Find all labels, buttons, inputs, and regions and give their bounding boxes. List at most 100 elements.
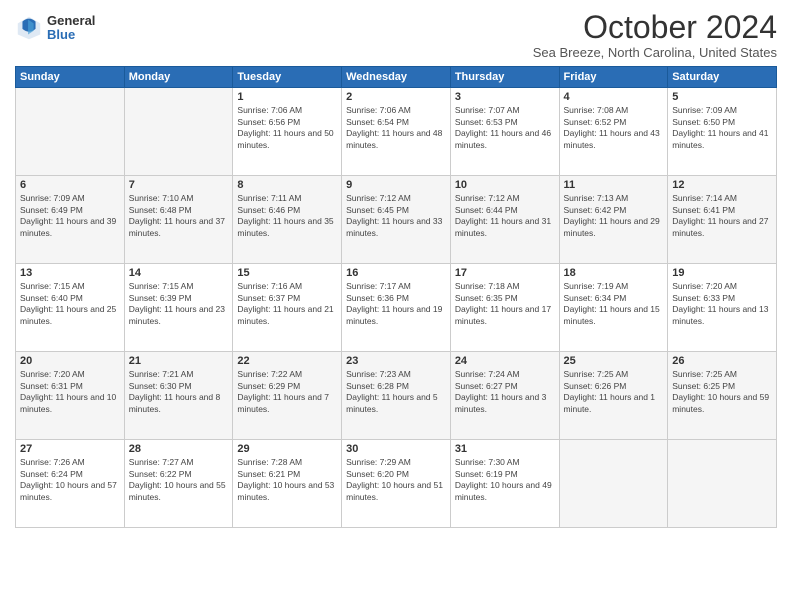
sunrise-text: Sunrise: 7:28 AM — [237, 457, 337, 468]
daylight-text: Daylight: 11 hours and 27 minutes. — [672, 216, 772, 239]
calendar-day: 2 Sunrise: 7:06 AM Sunset: 6:54 PM Dayli… — [342, 88, 451, 176]
sunset-text: Sunset: 6:34 PM — [564, 293, 664, 304]
calendar-day: 16 Sunrise: 7:17 AM Sunset: 6:36 PM Dayl… — [342, 264, 451, 352]
daylight-text: Daylight: 11 hours and 37 minutes. — [129, 216, 229, 239]
day-number: 28 — [129, 443, 229, 455]
col-friday: Friday — [559, 67, 668, 88]
day-number: 16 — [346, 267, 446, 279]
calendar-day: 12 Sunrise: 7:14 AM Sunset: 6:41 PM Dayl… — [668, 176, 777, 264]
daylight-text: Daylight: 11 hours and 31 minutes. — [455, 216, 555, 239]
daylight-text: Daylight: 10 hours and 57 minutes. — [20, 480, 120, 503]
day-number: 4 — [564, 91, 664, 103]
sunset-text: Sunset: 6:24 PM — [20, 469, 120, 480]
calendar-day: 13 Sunrise: 7:15 AM Sunset: 6:40 PM Dayl… — [16, 264, 125, 352]
sunset-text: Sunset: 6:33 PM — [672, 293, 772, 304]
col-tuesday: Tuesday — [233, 67, 342, 88]
sunset-text: Sunset: 6:21 PM — [237, 469, 337, 480]
sunrise-text: Sunrise: 7:23 AM — [346, 369, 446, 380]
calendar-week-5: 27 Sunrise: 7:26 AM Sunset: 6:24 PM Dayl… — [16, 440, 777, 528]
day-number: 19 — [672, 267, 772, 279]
sunrise-text: Sunrise: 7:18 AM — [455, 281, 555, 292]
day-info: Sunrise: 7:17 AM Sunset: 6:36 PM Dayligh… — [346, 281, 446, 327]
sunrise-text: Sunrise: 7:30 AM — [455, 457, 555, 468]
calendar-day: 31 Sunrise: 7:30 AM Sunset: 6:19 PM Dayl… — [450, 440, 559, 528]
daylight-text: Daylight: 11 hours and 13 minutes. — [672, 304, 772, 327]
logo-icon — [15, 14, 43, 42]
sunrise-text: Sunrise: 7:11 AM — [237, 193, 337, 204]
sunrise-text: Sunrise: 7:09 AM — [20, 193, 120, 204]
sunrise-text: Sunrise: 7:20 AM — [672, 281, 772, 292]
calendar-day: 6 Sunrise: 7:09 AM Sunset: 6:49 PM Dayli… — [16, 176, 125, 264]
daylight-text: Daylight: 11 hours and 48 minutes. — [346, 128, 446, 151]
calendar-week-1: 1 Sunrise: 7:06 AM Sunset: 6:56 PM Dayli… — [16, 88, 777, 176]
day-number: 8 — [237, 179, 337, 191]
daylight-text: Daylight: 11 hours and 35 minutes. — [237, 216, 337, 239]
daylight-text: Daylight: 11 hours and 21 minutes. — [237, 304, 337, 327]
day-info: Sunrise: 7:16 AM Sunset: 6:37 PM Dayligh… — [237, 281, 337, 327]
sunrise-text: Sunrise: 7:26 AM — [20, 457, 120, 468]
sunrise-text: Sunrise: 7:29 AM — [346, 457, 446, 468]
sunset-text: Sunset: 6:56 PM — [237, 117, 337, 128]
logo: General Blue — [15, 14, 95, 43]
calendar-day: 8 Sunrise: 7:11 AM Sunset: 6:46 PM Dayli… — [233, 176, 342, 264]
day-info: Sunrise: 7:09 AM Sunset: 6:50 PM Dayligh… — [672, 105, 772, 151]
day-number: 27 — [20, 443, 120, 455]
calendar-day — [124, 88, 233, 176]
logo-blue-text: Blue — [47, 28, 95, 42]
title-block: October 2024 Sea Breeze, North Carolina,… — [533, 10, 777, 60]
sunrise-text: Sunrise: 7:12 AM — [455, 193, 555, 204]
day-info: Sunrise: 7:15 AM Sunset: 6:40 PM Dayligh… — [20, 281, 120, 327]
sunset-text: Sunset: 6:37 PM — [237, 293, 337, 304]
daylight-text: Daylight: 11 hours and 39 minutes. — [20, 216, 120, 239]
day-info: Sunrise: 7:19 AM Sunset: 6:34 PM Dayligh… — [564, 281, 664, 327]
calendar-day: 11 Sunrise: 7:13 AM Sunset: 6:42 PM Dayl… — [559, 176, 668, 264]
day-number: 12 — [672, 179, 772, 191]
sunset-text: Sunset: 6:44 PM — [455, 205, 555, 216]
day-info: Sunrise: 7:29 AM Sunset: 6:20 PM Dayligh… — [346, 457, 446, 503]
daylight-text: Daylight: 11 hours and 25 minutes. — [20, 304, 120, 327]
day-number: 15 — [237, 267, 337, 279]
daylight-text: Daylight: 11 hours and 50 minutes. — [237, 128, 337, 151]
calendar-day: 3 Sunrise: 7:07 AM Sunset: 6:53 PM Dayli… — [450, 88, 559, 176]
calendar-day: 26 Sunrise: 7:25 AM Sunset: 6:25 PM Dayl… — [668, 352, 777, 440]
day-number: 26 — [672, 355, 772, 367]
daylight-text: Daylight: 11 hours and 8 minutes. — [129, 392, 229, 415]
col-sunday: Sunday — [16, 67, 125, 88]
calendar-day: 19 Sunrise: 7:20 AM Sunset: 6:33 PM Dayl… — [668, 264, 777, 352]
sunrise-text: Sunrise: 7:22 AM — [237, 369, 337, 380]
col-wednesday: Wednesday — [342, 67, 451, 88]
day-info: Sunrise: 7:06 AM Sunset: 6:54 PM Dayligh… — [346, 105, 446, 151]
day-number: 10 — [455, 179, 555, 191]
day-info: Sunrise: 7:25 AM Sunset: 6:26 PM Dayligh… — [564, 369, 664, 415]
day-number: 7 — [129, 179, 229, 191]
sunset-text: Sunset: 6:41 PM — [672, 205, 772, 216]
calendar-week-4: 20 Sunrise: 7:20 AM Sunset: 6:31 PM Dayl… — [16, 352, 777, 440]
col-thursday: Thursday — [450, 67, 559, 88]
sunrise-text: Sunrise: 7:16 AM — [237, 281, 337, 292]
sunset-text: Sunset: 6:19 PM — [455, 469, 555, 480]
calendar-day: 14 Sunrise: 7:15 AM Sunset: 6:39 PM Dayl… — [124, 264, 233, 352]
day-info: Sunrise: 7:20 AM Sunset: 6:31 PM Dayligh… — [20, 369, 120, 415]
sunrise-text: Sunrise: 7:21 AM — [129, 369, 229, 380]
day-info: Sunrise: 7:27 AM Sunset: 6:22 PM Dayligh… — [129, 457, 229, 503]
day-info: Sunrise: 7:26 AM Sunset: 6:24 PM Dayligh… — [20, 457, 120, 503]
day-info: Sunrise: 7:14 AM Sunset: 6:41 PM Dayligh… — [672, 193, 772, 239]
sunrise-text: Sunrise: 7:27 AM — [129, 457, 229, 468]
sunrise-text: Sunrise: 7:12 AM — [346, 193, 446, 204]
calendar-day: 10 Sunrise: 7:12 AM Sunset: 6:44 PM Dayl… — [450, 176, 559, 264]
day-number: 6 — [20, 179, 120, 191]
daylight-text: Daylight: 11 hours and 5 minutes. — [346, 392, 446, 415]
calendar-day: 20 Sunrise: 7:20 AM Sunset: 6:31 PM Dayl… — [16, 352, 125, 440]
sunset-text: Sunset: 6:42 PM — [564, 205, 664, 216]
page: General Blue October 2024 Sea Breeze, No… — [0, 0, 792, 612]
calendar-table: Sunday Monday Tuesday Wednesday Thursday… — [15, 66, 777, 528]
calendar-day: 25 Sunrise: 7:25 AM Sunset: 6:26 PM Dayl… — [559, 352, 668, 440]
day-number: 17 — [455, 267, 555, 279]
day-info: Sunrise: 7:23 AM Sunset: 6:28 PM Dayligh… — [346, 369, 446, 415]
day-info: Sunrise: 7:20 AM Sunset: 6:33 PM Dayligh… — [672, 281, 772, 327]
sunset-text: Sunset: 6:40 PM — [20, 293, 120, 304]
sunset-text: Sunset: 6:20 PM — [346, 469, 446, 480]
day-number: 22 — [237, 355, 337, 367]
sunrise-text: Sunrise: 7:25 AM — [564, 369, 664, 380]
day-number: 18 — [564, 267, 664, 279]
